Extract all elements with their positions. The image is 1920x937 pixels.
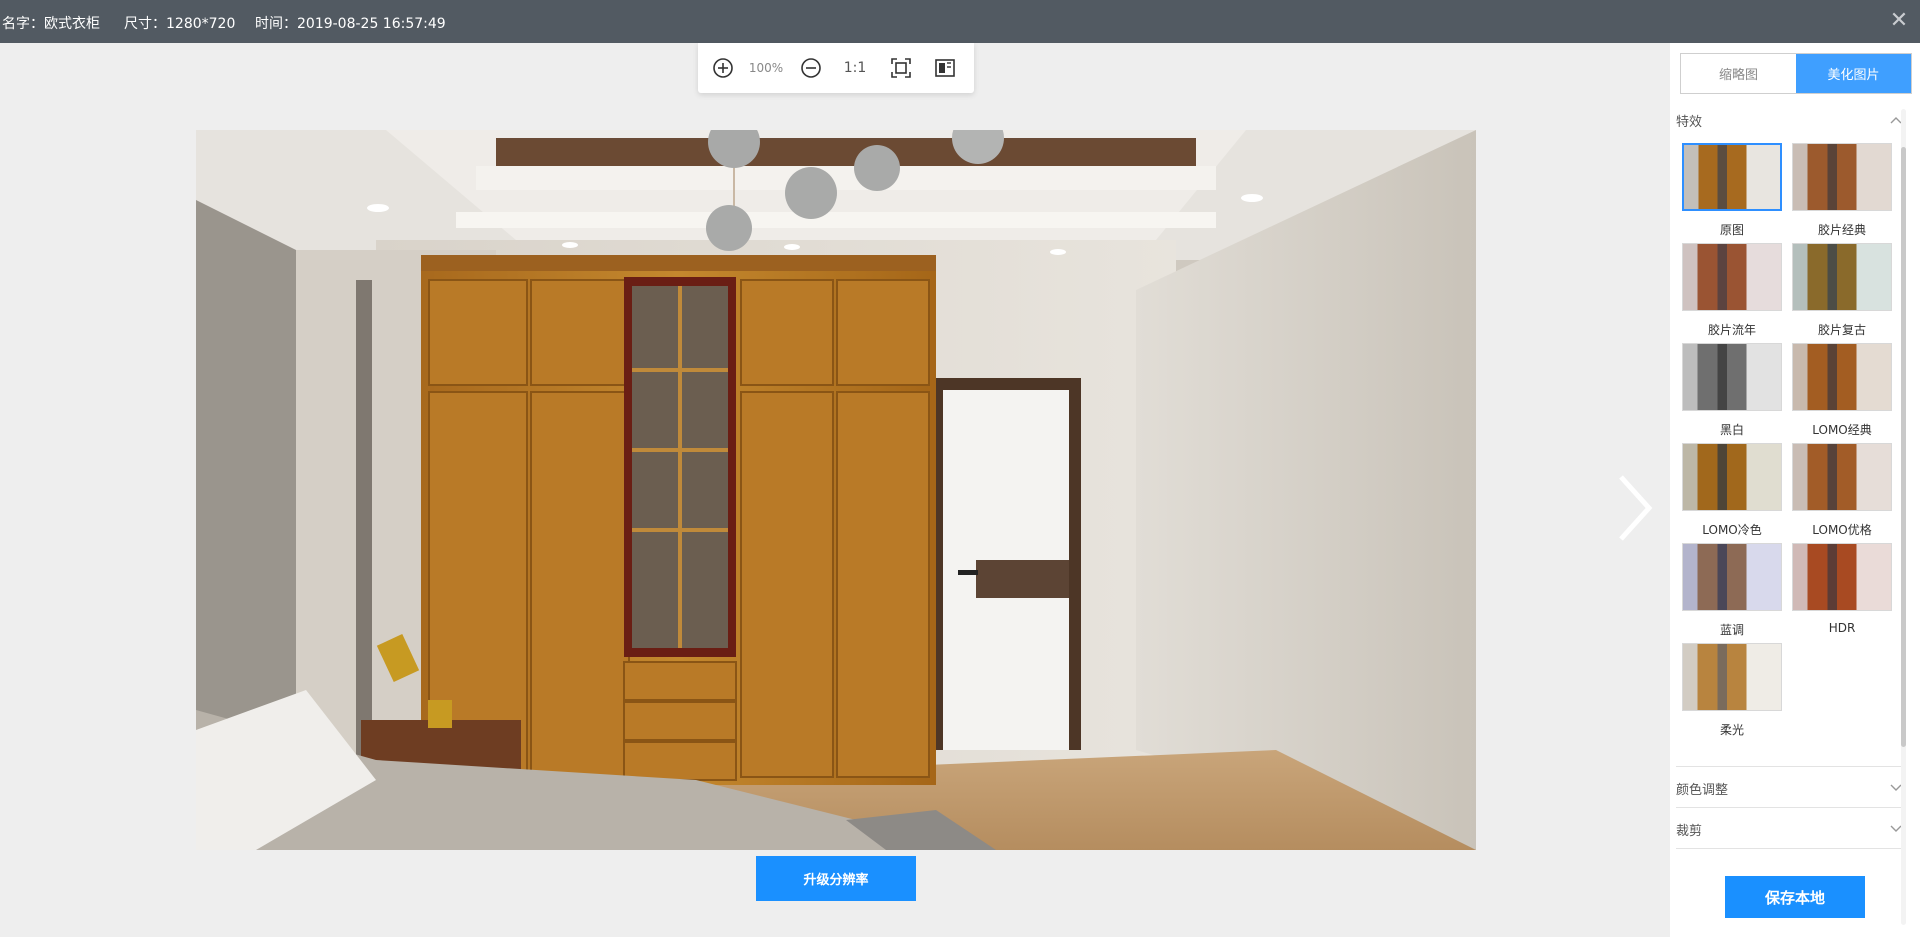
- effect-thumbnail: [1682, 143, 1782, 211]
- upgrade-resolution-button[interactable]: 升级分辨率: [756, 856, 916, 901]
- section-divider: [1676, 766, 1902, 767]
- effect-thumbnail: [1682, 243, 1782, 311]
- effect-soft-light[interactable]: 柔光: [1682, 643, 1782, 743]
- title-bar: 名字：欧式衣柜 尺寸：1280*720 时间：2019-08-25 16:57:…: [0, 0, 1920, 43]
- effect-thumbnail: [1682, 443, 1782, 511]
- scrollbar-thumb[interactable]: [1901, 147, 1906, 747]
- fit-screen-icon[interactable]: [888, 55, 914, 81]
- tab-beautify[interactable]: 美化图片: [1796, 54, 1911, 93]
- effect-thumbnail: [1792, 343, 1892, 411]
- effect-thumbnail: [1792, 443, 1892, 511]
- effect-original[interactable]: 原图: [1682, 143, 1782, 243]
- crop-section-header[interactable]: 裁剪: [1676, 820, 1902, 840]
- effect-label: 柔光: [1719, 723, 1744, 737]
- effect-label: LOMO冷色: [1702, 523, 1762, 537]
- effect-lomo-classic[interactable]: LOMO经典: [1792, 343, 1892, 443]
- effect-label: 蓝调: [1719, 623, 1744, 637]
- viewer-toolbar: 100% 1:1: [698, 43, 974, 93]
- effect-label: LOMO经典: [1812, 423, 1872, 437]
- effect-thumbnail: [1682, 543, 1782, 611]
- effect-thumbnail: [1792, 143, 1892, 211]
- effect-film-classic[interactable]: 胶片经典: [1792, 143, 1892, 243]
- effects-section-title: 特效: [1676, 115, 1703, 130]
- effect-lomo-yogurt[interactable]: LOMO优格: [1792, 443, 1892, 543]
- chevron-right-icon: [1619, 475, 1653, 541]
- image-size: 尺寸：1280*720: [124, 16, 236, 32]
- section-divider: [1676, 848, 1902, 849]
- effect-label: HDR: [1828, 621, 1856, 635]
- effect-label: 原图: [1719, 223, 1744, 237]
- effect-label: 黑白: [1719, 423, 1744, 437]
- zoom-out-icon[interactable]: [798, 55, 824, 81]
- tab-thumbnails[interactable]: 缩略图: [1681, 54, 1796, 93]
- effect-label: 胶片流年: [1707, 323, 1756, 337]
- compare-icon[interactable]: [932, 55, 958, 81]
- effect-label: 胶片复古: [1817, 323, 1866, 337]
- effect-thumbnail: [1682, 643, 1782, 711]
- crop-section-title: 裁剪: [1676, 824, 1703, 839]
- effect-thumbnail: [1682, 343, 1782, 411]
- effect-thumbnail: [1792, 243, 1892, 311]
- effect-film-retro[interactable]: 胶片复古: [1792, 243, 1892, 343]
- effect-label: LOMO优格: [1812, 523, 1872, 537]
- effect-black-white[interactable]: 黑白: [1682, 343, 1782, 443]
- effect-blue-tone[interactable]: 蓝调: [1682, 543, 1782, 643]
- image-stage: 100% 1:1 升级分辨率: [0, 43, 1670, 937]
- actual-size-button[interactable]: 1:1: [838, 55, 872, 81]
- effect-hdr[interactable]: HDR: [1792, 543, 1892, 643]
- effects-section-header[interactable]: 特效: [1676, 111, 1902, 131]
- next-image-button[interactable]: [1610, 453, 1660, 563]
- section-divider: [1676, 807, 1902, 808]
- effect-lomo-cool[interactable]: LOMO冷色: [1682, 443, 1782, 543]
- effect-label: 胶片经典: [1817, 223, 1866, 237]
- effect-film-years[interactable]: 胶片流年: [1682, 243, 1782, 343]
- zoom-level: 100%: [748, 61, 784, 75]
- color-section-title: 颜色调整: [1676, 783, 1729, 798]
- beautify-panel: 缩略图 美化图片 特效 原图 胶片经典 胶片流年 胶片复古 黑白 LOMO经典 …: [1670, 43, 1920, 937]
- close-icon[interactable]: ✕: [1886, 8, 1912, 34]
- color-section-header[interactable]: 颜色调整: [1676, 779, 1902, 799]
- panel-scrollbar[interactable]: [1901, 109, 1906, 925]
- main-image: [196, 130, 1476, 850]
- save-local-button[interactable]: 保存本地: [1725, 876, 1865, 918]
- zoom-in-icon[interactable]: [710, 55, 736, 81]
- image-time: 时间：2019-08-25 16:57:49: [255, 16, 446, 32]
- panel-tabs: 缩略图 美化图片: [1680, 53, 1912, 94]
- effect-thumbnail: [1792, 543, 1892, 611]
- file-name: 名字：欧式衣柜: [2, 16, 100, 32]
